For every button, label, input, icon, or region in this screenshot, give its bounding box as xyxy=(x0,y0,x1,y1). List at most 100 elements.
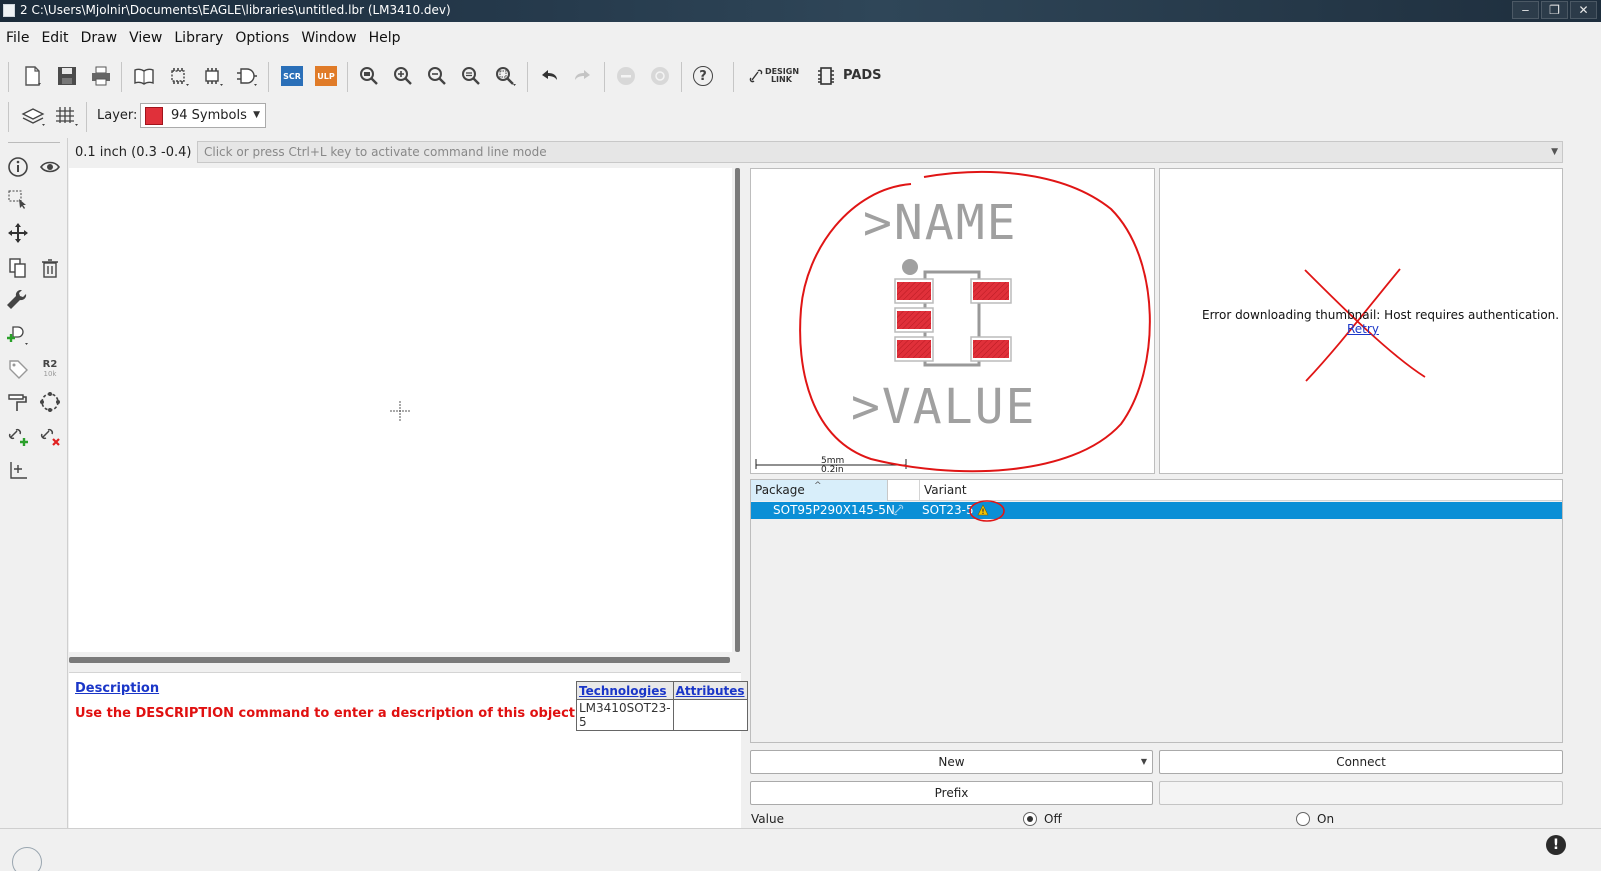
zoom-select-icon[interactable] xyxy=(492,62,520,90)
value-label: Value xyxy=(751,812,784,826)
menu-edit[interactable]: Edit xyxy=(35,26,74,50)
device-icon[interactable] xyxy=(233,62,261,90)
command-line-input[interactable]: Click or press Ctrl+L key to activate co… xyxy=(197,141,1563,163)
script-button[interactable]: SCR xyxy=(278,62,306,90)
drawing-canvas[interactable] xyxy=(69,168,732,652)
menu-options[interactable]: Options xyxy=(229,26,295,50)
mark-origin-icon[interactable] xyxy=(5,457,31,483)
connect-button[interactable]: Connect xyxy=(1159,750,1563,774)
smash-circle-icon[interactable] xyxy=(37,389,63,415)
retry-link[interactable]: Retry xyxy=(1347,322,1379,336)
menu-library[interactable]: Library xyxy=(168,26,229,50)
table-header: Package ^ Variant xyxy=(751,480,1562,501)
menu-file[interactable]: File xyxy=(0,26,35,50)
go-icon[interactable] xyxy=(646,62,674,90)
ulp-icon: ULP xyxy=(315,66,337,86)
package-icon[interactable] xyxy=(165,62,193,90)
toolbar-grip xyxy=(8,102,9,132)
wrench-icon[interactable] xyxy=(5,288,31,314)
help-glyph: ? xyxy=(693,66,713,86)
print-icon[interactable] xyxy=(87,62,115,90)
column-header-variant[interactable]: Variant xyxy=(924,480,967,501)
help-icon[interactable]: ? xyxy=(689,62,717,90)
pads-chip-icon[interactable] xyxy=(812,62,840,90)
menu-view[interactable]: View xyxy=(123,26,168,50)
library-book-icon[interactable] xyxy=(130,62,158,90)
menu-help[interactable]: Help xyxy=(363,26,407,50)
redo-icon[interactable] xyxy=(569,62,597,90)
value-on-label[interactable]: On xyxy=(1317,812,1334,826)
left-tool-palette: R2 10k xyxy=(0,138,68,828)
zoom-in-icon[interactable] xyxy=(389,62,417,90)
zoom-fit-icon[interactable] xyxy=(355,62,383,90)
chain-link-icon xyxy=(749,69,763,83)
design-link-button[interactable]: DESIGN LINK xyxy=(748,62,800,90)
add-part-icon[interactable] xyxy=(5,322,31,348)
save-icon[interactable] xyxy=(53,62,81,90)
undo-icon[interactable] xyxy=(535,62,563,90)
paint-roller-icon[interactable] xyxy=(5,389,31,415)
tag-name-icon[interactable] xyxy=(5,356,31,382)
pad-3 xyxy=(897,340,931,358)
new-file-icon[interactable] xyxy=(18,62,46,90)
stop-icon[interactable] xyxy=(612,62,640,90)
horizontal-scrollbar[interactable] xyxy=(69,657,730,663)
toolbar-separator xyxy=(681,62,682,92)
zoom-out-icon[interactable] xyxy=(423,62,451,90)
layer-color-swatch xyxy=(145,106,163,125)
info-icon[interactable] xyxy=(5,154,31,180)
value-off-radio[interactable] xyxy=(1023,812,1037,826)
group-select-icon[interactable] xyxy=(5,186,31,212)
thumbnail-panel: Error downloading thumbnail: Host requir… xyxy=(1159,168,1563,474)
pad-2 xyxy=(897,311,931,329)
value-icon[interactable]: R2 10k xyxy=(37,356,63,382)
close-button[interactable]: ✕ xyxy=(1570,1,1597,19)
value-on-radio[interactable] xyxy=(1296,812,1310,826)
zoom-redraw-icon[interactable] xyxy=(457,62,485,90)
technologies-link[interactable]: Technologies xyxy=(576,681,674,700)
package-preview: >NAME >VALUE 5mm 0.2in xyxy=(750,168,1155,475)
crosshair-cursor-icon xyxy=(390,401,410,421)
menu-draw[interactable]: Draw xyxy=(75,26,124,50)
layers-icon[interactable] xyxy=(20,102,48,130)
layer-select[interactable]: 94 Symbols ▼ xyxy=(140,103,266,128)
attribute-cell xyxy=(672,699,748,731)
description-link[interactable]: Description xyxy=(75,681,159,696)
vertical-scrollbar[interactable] xyxy=(735,168,740,652)
disconnect-remove-icon[interactable] xyxy=(37,423,63,449)
copy-icon[interactable] xyxy=(5,255,31,281)
value-placeholder-text: >VALUE xyxy=(851,379,1036,435)
technologies-table: Technologies Attributes LM3410SOT23-5 xyxy=(576,681,748,731)
symbol-icon[interactable] xyxy=(199,62,227,90)
maximize-button[interactable]: ❐ xyxy=(1541,1,1568,19)
description-panel: Description Use the DESCRIPTION command … xyxy=(69,672,748,828)
ulp-button[interactable]: ULP xyxy=(312,62,340,90)
pads-label[interactable]: PADS xyxy=(843,68,882,83)
main-toolbar: SCR ULP ? DESIGN LINK PADS xyxy=(0,56,1601,96)
scale-in-label: 0.2in xyxy=(821,465,844,473)
chevron-down-icon[interactable]: ▼ xyxy=(1551,142,1558,162)
pad-1 xyxy=(897,282,931,300)
table-row[interactable]: SOT95P290X145-5N SOT23-5 xyxy=(751,500,1562,522)
attributes-link[interactable]: Attributes xyxy=(672,681,748,700)
connect-add-icon[interactable] xyxy=(5,423,31,449)
delete-trash-icon[interactable] xyxy=(37,255,63,281)
prefix-value-field[interactable] xyxy=(1159,781,1563,805)
sort-ascending-icon: ^ xyxy=(814,481,822,491)
grid-icon[interactable] xyxy=(53,102,81,130)
show-eye-icon[interactable] xyxy=(37,154,63,180)
column-divider xyxy=(919,480,920,501)
new-button[interactable]: New ▼ xyxy=(750,750,1153,774)
coordinate-display: 0.1 inch (0.3 -0.4) xyxy=(75,145,192,160)
column-header-package[interactable]: Package ^ xyxy=(751,480,888,501)
alert-icon[interactable]: ! xyxy=(1546,835,1566,855)
chevron-down-icon[interactable]: ▼ xyxy=(1141,757,1147,766)
title-bar: 2 C:\Users\Mjolnir\Documents\EAGLE\libra… xyxy=(0,0,1601,22)
status-indicator xyxy=(12,847,42,871)
minimize-button[interactable]: ‒ xyxy=(1512,1,1539,19)
menu-window[interactable]: Window xyxy=(295,26,362,50)
value-off-label[interactable]: Off xyxy=(1044,812,1062,826)
prefix-button[interactable]: Prefix xyxy=(750,781,1153,805)
layer-selected-value: 94 Symbols xyxy=(171,108,247,123)
move-icon[interactable] xyxy=(5,220,31,246)
